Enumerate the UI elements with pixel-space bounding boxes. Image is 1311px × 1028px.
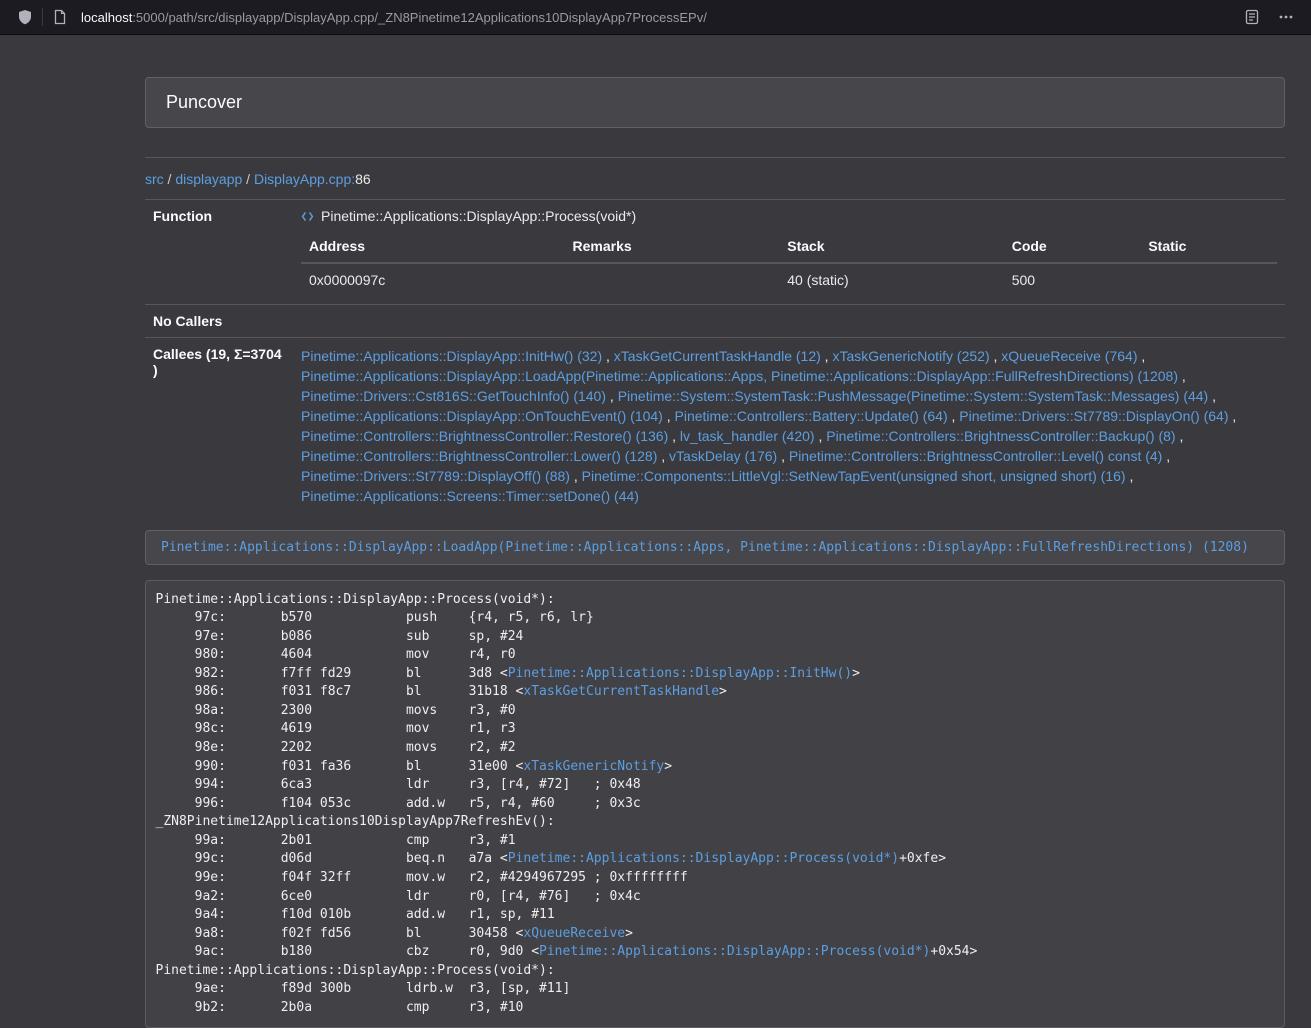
callee-link[interactable]: Pinetime::Drivers::Cst816S::GetTouchInfo… [301, 388, 606, 404]
selected-callee-panel: Pinetime::Applications::DisplayApp::Load… [145, 530, 1285, 565]
reader-icon-glyph [1245, 9, 1259, 25]
callee-separator: , [1208, 388, 1216, 404]
code-symbol-link[interactable]: xQueueReceive [523, 926, 625, 941]
page-icon-glyph [53, 9, 67, 25]
stats-header-row: Address Remarks Stack Code Static [301, 230, 1277, 263]
callee-link[interactable]: Pinetime::Controllers::BrightnessControl… [826, 428, 1175, 444]
callee-separator: , [1162, 448, 1170, 464]
callee-link[interactable]: Pinetime::Applications::DisplayApp::Load… [301, 368, 1178, 384]
callee-link[interactable]: xQueueReceive (764) [1001, 348, 1137, 364]
code-symbol-link[interactable]: xTaskGenericNotify [523, 759, 664, 774]
callees-row: Callees (19, Σ=3704 ) Pinetime::Applicat… [145, 338, 1285, 515]
breadcrumb: src / displayapp / DisplayApp.cpp:86 [145, 171, 1285, 187]
callee-link[interactable]: Pinetime::Controllers::BrightnessControl… [301, 448, 657, 464]
selected-callee-link[interactable]: Pinetime::Applications::DisplayApp::Load… [161, 540, 1249, 555]
function-detail-table: Function Pinetime::Applications::Display… [145, 199, 1285, 514]
callee-separator: , [948, 408, 960, 424]
toolbar-divider [42, 8, 43, 26]
no-callers-row: No Callers [145, 305, 1285, 338]
breadcrumb-line-number: 86 [355, 171, 371, 187]
no-callers-label: No Callers [145, 305, 293, 338]
page-header: Puncover [145, 77, 1285, 128]
callee-separator: , [1178, 368, 1186, 384]
stats-value-row: 0x0000097c 40 (static) 500 [301, 263, 1277, 296]
callee-separator: , [657, 448, 669, 464]
callee-separator: , [570, 468, 582, 484]
breadcrumb-link[interactable]: DisplayApp.cpp: [254, 171, 355, 187]
col-code: Code [1004, 230, 1141, 263]
url-host: localhost [81, 10, 132, 25]
browser-toolbar: localhost:5000/path/src/displayapp/Displ… [0, 0, 1311, 35]
breadcrumb-separator: / [242, 171, 254, 187]
callee-link[interactable]: xTaskGetCurrentTaskHandle (12) [614, 348, 821, 364]
callee-separator: , [990, 348, 1002, 364]
shield-icon[interactable] [12, 4, 38, 30]
callee-separator: , [777, 448, 789, 464]
callee-link[interactable]: Pinetime::Applications::Screens::Timer::… [301, 488, 639, 504]
breadcrumb-separator: / [164, 171, 176, 187]
callee-link[interactable]: Pinetime::Drivers::St7789::DisplayOff() … [301, 468, 570, 484]
overflow-icon-glyph [1278, 9, 1294, 25]
callee-link[interactable]: Pinetime::Components::LittleVgl::SetNewT… [582, 468, 1126, 484]
page-title: Puncover [166, 92, 242, 112]
callees-label: Callees (19, Σ=3704 ) [145, 338, 293, 515]
callee-separator: , [1137, 348, 1145, 364]
callees-list: Pinetime::Applications::DisplayApp::Init… [293, 338, 1285, 515]
breadcrumb-link[interactable]: displayapp [175, 171, 242, 187]
col-static: Static [1140, 230, 1277, 263]
callee-link[interactable]: Pinetime::Controllers::BrightnessControl… [301, 428, 668, 444]
page-info-icon[interactable] [47, 4, 73, 30]
col-address: Address [301, 230, 565, 263]
shield-icon-glyph [17, 9, 33, 25]
code-value: 500 [1004, 263, 1141, 296]
code-symbol-link[interactable]: Pinetime::Applications::DisplayApp::Proc… [508, 851, 899, 866]
callee-separator: , [663, 408, 675, 424]
code-symbol-link[interactable]: xTaskGetCurrentTaskHandle [523, 684, 719, 699]
url-bar[interactable]: localhost:5000/path/src/displayapp/Displ… [81, 10, 1229, 25]
callee-link[interactable]: xTaskGenericNotify (252) [832, 348, 989, 364]
function-stats-table: Address Remarks Stack Code Static 0x0000… [301, 230, 1277, 296]
callee-link[interactable]: Pinetime::Applications::DisplayApp::OnTo… [301, 408, 663, 424]
function-title-line: Pinetime::Applications::DisplayApp::Proc… [301, 208, 1277, 224]
function-icon [301, 210, 314, 223]
callee-link[interactable]: Pinetime::Controllers::Battery::Update()… [675, 408, 948, 424]
callee-link[interactable]: Pinetime::Applications::DisplayApp::Init… [301, 348, 602, 364]
callee-link[interactable]: vTaskDelay (176) [669, 448, 777, 464]
code-symbol-link[interactable]: Pinetime::Applications::DisplayApp::Proc… [539, 944, 930, 959]
url-path: :5000/path/src/displayapp/DisplayApp.cpp… [132, 10, 707, 25]
callee-separator: , [606, 388, 618, 404]
function-name: Pinetime::Applications::DisplayApp::Proc… [321, 208, 636, 224]
stack-value: 40 (static) [779, 263, 1003, 296]
callee-separator: , [1126, 468, 1134, 484]
callee-separator: , [668, 428, 680, 444]
callee-link[interactable]: lv_task_handler (420) [680, 428, 815, 444]
function-row-label: Function [145, 200, 293, 305]
breadcrumb-link[interactable]: src [145, 171, 164, 187]
overflow-menu-icon[interactable] [1273, 4, 1299, 30]
page-content: Puncover src / displayapp / DisplayApp.c… [145, 77, 1285, 1028]
col-remarks: Remarks [565, 230, 780, 263]
callee-separator: , [821, 348, 833, 364]
code-symbol-link[interactable]: Pinetime::Applications::DisplayApp::Init… [508, 666, 852, 681]
callee-separator: , [815, 428, 827, 444]
callee-link[interactable]: Pinetime::System::SystemTask::PushMessag… [618, 388, 1209, 404]
col-stack: Stack [779, 230, 1003, 263]
remarks-value [565, 263, 780, 296]
callee-separator: , [602, 348, 614, 364]
reader-mode-icon[interactable] [1239, 4, 1265, 30]
callee-separator: , [1176, 428, 1184, 444]
callee-link[interactable]: Pinetime::Drivers::St7789::DisplayOn() (… [959, 408, 1228, 424]
address-value: 0x0000097c [301, 263, 565, 296]
code-block: Pinetime::Applications::DisplayApp::Proc… [145, 580, 1285, 1028]
divider [145, 157, 1285, 158]
callee-link[interactable]: Pinetime::Controllers::BrightnessControl… [789, 448, 1162, 464]
static-value [1140, 263, 1277, 296]
callee-separator: , [1229, 408, 1237, 424]
function-row: Function Pinetime::Applications::Display… [145, 200, 1285, 305]
